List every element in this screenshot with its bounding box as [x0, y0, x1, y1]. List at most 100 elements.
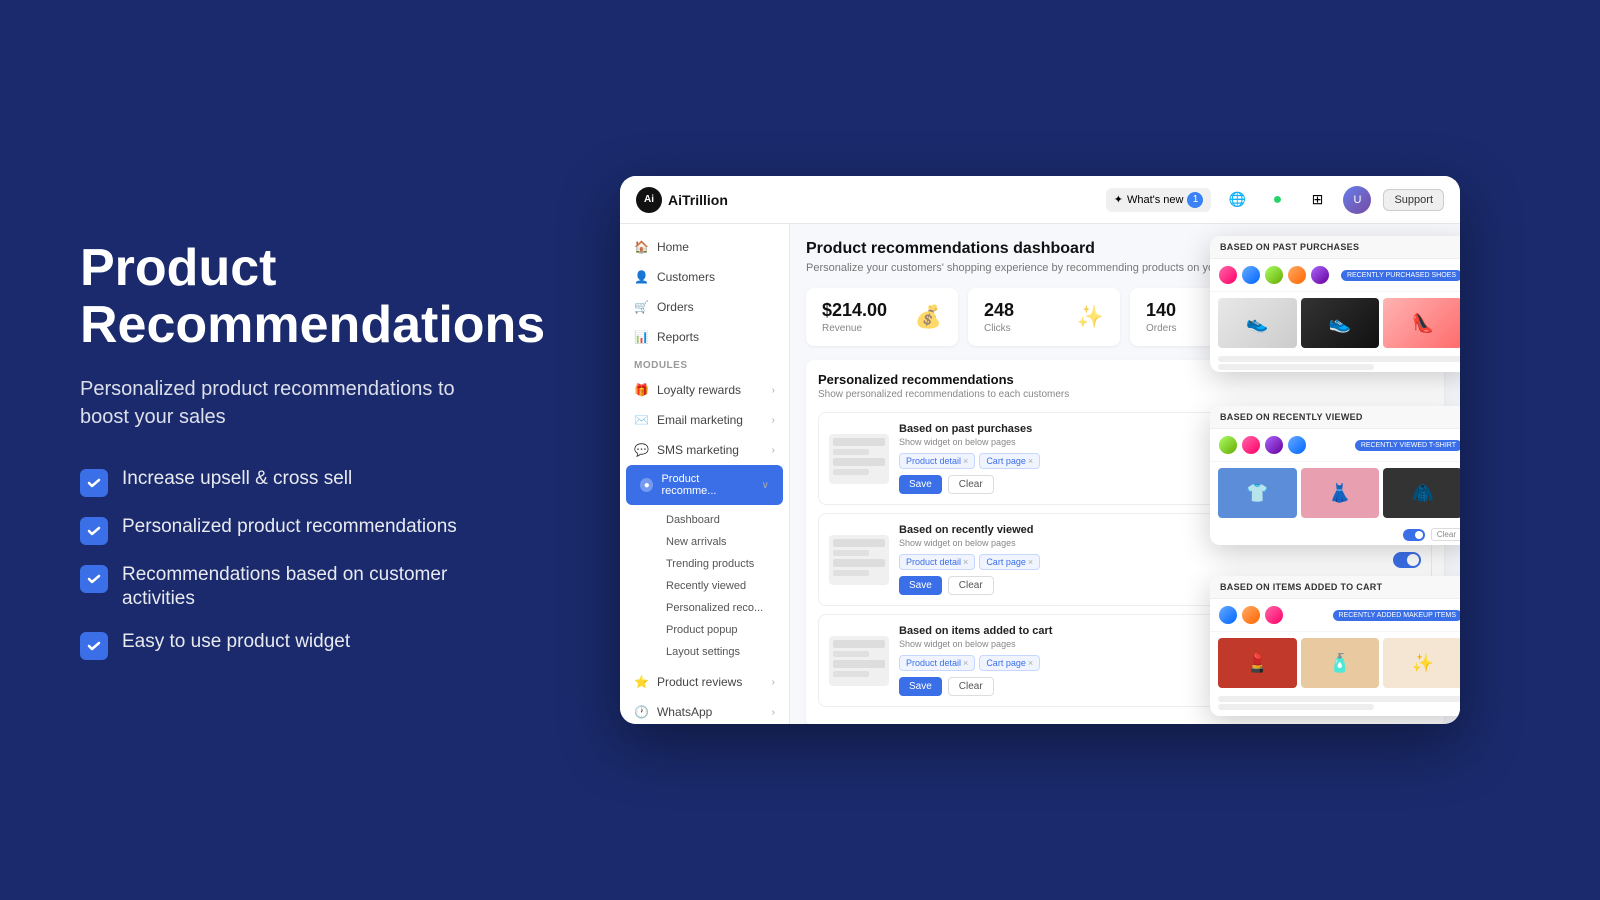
logo: Ai AiTrillion	[636, 187, 728, 213]
orders-value: 140	[1146, 300, 1177, 321]
tag-x-4[interactable]: ×	[1028, 557, 1033, 567]
avatar-viewed-2	[1241, 435, 1261, 455]
home-icon: 🏠	[634, 240, 649, 254]
sidebar-item-home[interactable]: 🏠 Home	[620, 232, 789, 262]
sidebar-item-reports[interactable]: 📊 Reports	[620, 322, 789, 352]
sub-item-product-popup[interactable]: Product popup	[652, 619, 789, 641]
clicks-icon: ✨	[1077, 304, 1104, 330]
thumb-line-8	[833, 570, 869, 576]
clear-button-viewed[interactable]: Clear	[948, 576, 994, 595]
sidebar-item-loyalty[interactable]: 🎁 Loyalty rewards ›	[620, 375, 789, 405]
sidebar-item-email[interactable]: ✉️ Email marketing ›	[620, 405, 789, 435]
clicks-label: Clicks	[984, 323, 1014, 334]
avatar-past-3	[1264, 265, 1284, 285]
feature-item-4: Easy to use product widget	[80, 630, 460, 660]
customers-icon: 👤	[634, 270, 649, 284]
sub-item-layout-settings[interactable]: Layout settings	[652, 641, 789, 663]
feature-text-1: Increase upsell & cross sell	[122, 467, 352, 492]
tag-product-detail-past: Product detail ×	[899, 453, 975, 469]
shoe-product-1: 👟	[1218, 298, 1297, 348]
viewed-mini-toggle[interactable]	[1403, 529, 1425, 541]
save-button-past[interactable]: Save	[899, 475, 942, 494]
recently-purchased-badge: RECENTLY PURCHASED SHOES	[1341, 270, 1460, 281]
preview-viewed-avatars: RECENTLY VIEWED T-SHIRT	[1210, 429, 1460, 462]
modules-label: MODULES	[620, 352, 789, 375]
cart-placeholder-1	[1218, 696, 1460, 702]
sub-item-dashboard[interactable]: Dashboard	[652, 509, 789, 531]
sidebar-item-whatsapp[interactable]: 🕐 WhatsApp ›	[620, 697, 789, 724]
tag-x-3[interactable]: ×	[963, 557, 968, 567]
tag-product-detail-viewed: Product detail ×	[899, 554, 975, 570]
whats-new-badge: 1	[1187, 192, 1203, 208]
tag-x-2[interactable]: ×	[1028, 456, 1033, 466]
preview-cart-header: BASED ON ITEMS ADDED TO CART	[1210, 576, 1460, 599]
sidebar-whatsapp-label: WhatsApp	[657, 705, 712, 719]
sidebar-reports-label: Reports	[657, 330, 699, 344]
email-expand-icon: ›	[772, 415, 775, 426]
avatar-cart-1	[1218, 605, 1238, 625]
tag-x-5[interactable]: ×	[963, 658, 968, 668]
recently-added-badge: RECENTLY ADDED MAKEUP ITEMS	[1333, 610, 1460, 621]
stat-revenue: $214.00 Revenue 💰	[806, 288, 958, 346]
sub-item-recently-viewed[interactable]: Recently viewed	[652, 575, 789, 597]
clicks-value: 248	[984, 300, 1014, 321]
tag-x-6[interactable]: ×	[1028, 658, 1033, 668]
preview-cart-avatars: RECENTLY ADDED MAKEUP ITEMS	[1210, 599, 1460, 632]
avatar-viewed-1	[1218, 435, 1238, 455]
shirt-product-2: 👗	[1301, 468, 1380, 518]
support-button[interactable]: Support	[1383, 189, 1444, 211]
sidebar-loyalty-label: Loyalty rewards	[657, 383, 741, 397]
revenue-value: $214.00	[822, 300, 887, 321]
makeup-product-3: ✨	[1383, 638, 1460, 688]
preview-viewed-header: BASED ON RECENTLY VIEWED	[1210, 406, 1460, 429]
product-reco-expand-icon: ∨	[762, 480, 769, 491]
check-icon-3	[80, 565, 108, 593]
shoe-product-2: 👟	[1301, 298, 1380, 348]
orders-icon: 🛒	[634, 300, 649, 314]
reviews-icon: ⭐	[634, 675, 649, 689]
reco-subtitle: Show personalized recommendations to eac…	[818, 389, 1432, 400]
clear-button-past[interactable]: Clear	[948, 475, 994, 494]
avatar-past-1	[1218, 265, 1238, 285]
feature-text-3: Recommendations based on customer activi…	[122, 563, 460, 612]
avatar-past-4	[1287, 265, 1307, 285]
feature-item-2: Personalized product recommendations	[80, 515, 460, 545]
thumb-line-11	[833, 660, 885, 668]
grid-icon[interactable]: ⊞	[1303, 186, 1331, 214]
sub-item-new-arrivals[interactable]: New arrivals	[652, 531, 789, 553]
viewed-mini-clear[interactable]: Clear	[1431, 528, 1460, 541]
sidebar-item-reviews[interactable]: ⭐ Product reviews ›	[620, 667, 789, 697]
revenue-label: Revenue	[822, 323, 887, 334]
save-button-cart[interactable]: Save	[899, 677, 942, 696]
sub-item-personalized[interactable]: Personalized reco...	[652, 597, 789, 619]
check-icon-1	[80, 469, 108, 497]
language-selector[interactable]: 🌐	[1223, 186, 1251, 214]
logo-icon: Ai	[636, 187, 662, 213]
sidebar-item-orders[interactable]: 🛒 Orders	[620, 292, 789, 322]
preview-past-products: 👟 👟 👠	[1210, 292, 1460, 354]
tag-cart-page-cart: Cart page ×	[979, 655, 1040, 671]
shoe-product-3: 👠	[1383, 298, 1460, 348]
toggle-viewed[interactable]	[1393, 552, 1421, 568]
sidebar-item-customers[interactable]: 👤 Customers	[620, 262, 789, 292]
whats-new-button[interactable]: ✦ What's new 1	[1106, 188, 1212, 212]
whatsapp-nav-icon[interactable]: ●	[1263, 186, 1291, 214]
sub-item-trending[interactable]: Trending products	[652, 553, 789, 575]
sidebar-product-reco-label: Product recomme...	[661, 473, 753, 497]
sidebar-customers-label: Customers	[657, 270, 715, 284]
sidebar-item-product-reco[interactable]: ● Product recomme... ∨	[626, 465, 783, 505]
preview-viewed-panel: BASED ON RECENTLY VIEWED RECENTLY VIEWED…	[1210, 406, 1460, 545]
tag-x-1[interactable]: ×	[963, 456, 968, 466]
user-avatar[interactable]: U	[1343, 186, 1371, 214]
viewed-toggle-row: Clear	[1210, 524, 1460, 545]
recently-viewed-badge: RECENTLY VIEWED T-SHIRT	[1355, 440, 1460, 451]
sidebar-item-sms[interactable]: 💬 SMS marketing ›	[620, 435, 789, 465]
loyalty-icon: 🎁	[634, 383, 649, 397]
logo-text: AiTrillion	[668, 192, 728, 208]
reco-title: Personalized recommendations	[818, 372, 1432, 387]
avatar-viewed-3	[1264, 435, 1284, 455]
clear-button-cart[interactable]: Clear	[948, 677, 994, 696]
shirt-product-3: 🧥	[1383, 468, 1460, 518]
thumb-line-3	[833, 458, 885, 466]
save-button-viewed[interactable]: Save	[899, 576, 942, 595]
